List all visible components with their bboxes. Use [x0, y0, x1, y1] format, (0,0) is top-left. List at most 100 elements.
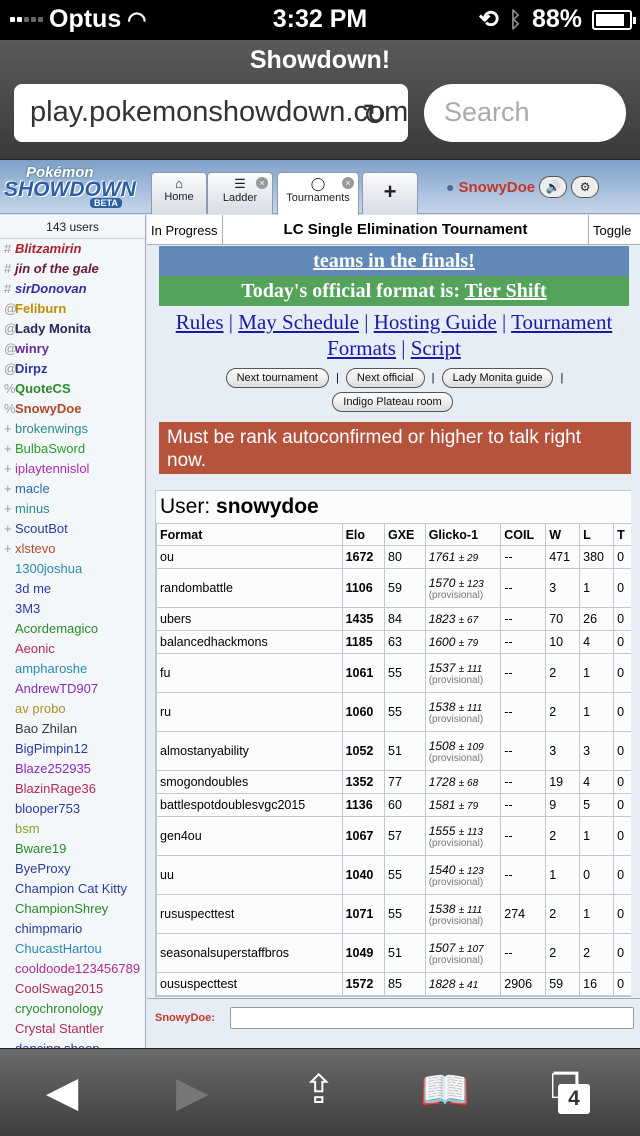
user-list-item[interactable]: # jin of the gale: [0, 259, 145, 279]
table-cell: 1106: [341, 568, 386, 608]
user-list-item[interactable]: ByeProxy: [0, 859, 145, 879]
user-list-item[interactable]: @Lady Monita: [0, 319, 145, 339]
toggle-button[interactable]: Toggle: [588, 214, 640, 245]
user-list-item[interactable]: ChucastHartou: [0, 939, 145, 959]
user-list-item[interactable]: 3d me: [0, 579, 145, 599]
table-cell: oususpecttest: [156, 972, 343, 996]
user-list-item[interactable]: %QuoteCS: [0, 379, 145, 399]
bookmarks-icon[interactable]: 📖: [420, 1067, 470, 1114]
user-list-item[interactable]: CoolSwag2015: [0, 979, 145, 999]
user-list-name: iplaytennislol: [15, 461, 90, 476]
table-cell: 2: [545, 653, 581, 693]
user-list-item[interactable]: cryochronology: [0, 999, 145, 1019]
rank-symbol: +: [4, 481, 12, 496]
reload-icon[interactable]: ↻: [362, 98, 387, 133]
user-list-item[interactable]: chimpmario: [0, 919, 145, 939]
user-list-item[interactable]: @Dirpz: [0, 359, 145, 379]
user-list-name: BigPimpin12: [15, 741, 88, 756]
close-tab-icon[interactable]: ×: [342, 177, 354, 189]
user-list-item[interactable]: av probo: [0, 699, 145, 719]
tab-home[interactable]: ⌂ Home: [151, 172, 207, 214]
url-field[interactable]: play.pokemonshowdown.com: [14, 84, 408, 142]
user-list-item[interactable]: Aeonic: [0, 639, 145, 659]
next-tournament-button[interactable]: Next tournament: [225, 368, 329, 388]
showdown-logo[interactable]: Pokémon SHOWDOWN BETA: [4, 164, 148, 208]
user-list-item[interactable]: @Feliburn: [0, 299, 145, 319]
user-label: User:: [160, 495, 211, 518]
table-cell: 1: [579, 692, 615, 732]
user-list-item[interactable]: Bware19: [0, 839, 145, 859]
glicko-rating: 1540: [428, 862, 456, 877]
user-list-item[interactable]: 3M3: [0, 599, 145, 619]
indigo-plateau-room-button[interactable]: Indigo Plateau room: [332, 392, 453, 412]
user-list-item[interactable]: ChampionShrey: [0, 899, 145, 919]
tab-ladder[interactable]: ☰ Ladder ×: [207, 172, 273, 214]
user-list-item[interactable]: + xlstevo: [0, 539, 145, 559]
user-list-item[interactable]: + iplaytennislol: [0, 459, 145, 479]
table-cell: 1: [579, 816, 615, 856]
chat-input[interactable]: [230, 1007, 634, 1029]
table-cell: --: [500, 933, 547, 973]
sound-icon[interactable]: 🔊: [539, 176, 568, 198]
user-list-name: Blaze252935: [15, 761, 91, 776]
user-list-item[interactable]: Acordemagico: [0, 619, 145, 639]
forward-icon[interactable]: ▶: [176, 1067, 208, 1116]
user-list-item[interactable]: Champion Cat Kitty: [0, 879, 145, 899]
search-field[interactable]: Search: [424, 84, 626, 142]
table-row: battlespotdoublesvgc2015 1136 60 1581 ± 79-…: [156, 793, 631, 817]
back-icon[interactable]: ◀: [46, 1067, 78, 1116]
battery-icon: [592, 9, 636, 30]
user-list-item[interactable]: Crystal Stantler: [0, 1019, 145, 1039]
user-list-name: ScoutBot: [15, 521, 68, 536]
user-list-item[interactable]: # Blitzamirin: [0, 239, 145, 259]
user-list-item[interactable]: Blaze252935: [0, 759, 145, 779]
table-cell: 1049: [341, 933, 386, 973]
user-list-name: SnowyDoe: [15, 401, 82, 416]
close-tab-icon[interactable]: ×: [256, 177, 268, 189]
glicko-rating: 1761: [428, 550, 456, 564]
script-link[interactable]: Script: [411, 336, 461, 360]
user-list-item[interactable]: + minus: [0, 499, 145, 519]
tabs-count[interactable]: 4: [558, 1084, 590, 1114]
user-list-item[interactable]: cooldoode123456789: [0, 959, 145, 979]
user-list-item[interactable]: %SnowyDoe: [0, 399, 145, 419]
table-row: oususpecttest 1572 85 1828 ± 41 2906 59 16 0: [156, 972, 631, 996]
user-list-item[interactable]: AndrewTD907: [0, 679, 145, 699]
user-list-item[interactable]: Bao Zhilan: [0, 719, 145, 739]
user-list-item[interactable]: @winry: [0, 339, 145, 359]
new-tab-button[interactable]: +: [362, 172, 418, 214]
user-list-item[interactable]: + ScoutBot: [0, 519, 145, 539]
user-list-item[interactable]: BlazinRage36: [0, 779, 145, 799]
table-cell: 1672: [341, 545, 386, 569]
user-list-item[interactable]: BigPimpin12: [0, 739, 145, 759]
gear-icon[interactable]: ⚙: [571, 176, 600, 198]
table-row: ubers 1435 84 1823 ± 67 -- 70 26 0: [156, 607, 631, 631]
user-list-item[interactable]: + BulbaSword: [0, 439, 145, 459]
may-schedule-link[interactable]: May Schedule: [238, 310, 359, 334]
next-official-button[interactable]: Next official: [345, 368, 425, 388]
user-list-item[interactable]: 1300joshua: [0, 559, 145, 579]
table-cell: --: [500, 568, 547, 608]
lady-monita-guide-button[interactable]: Lady Monita guide: [441, 368, 554, 388]
user-list-name: chimpmario: [15, 921, 83, 936]
user-list-item[interactable]: # sirDonovan: [0, 279, 145, 299]
table-cell: 0: [613, 545, 631, 569]
user-list-item[interactable]: ampharoshe: [0, 659, 145, 679]
username[interactable]: SnowyDoe: [458, 179, 535, 196]
user-list-item[interactable]: bsm: [0, 819, 145, 839]
user-count[interactable]: 143 users: [0, 215, 145, 239]
user-list-item[interactable]: blooper753: [0, 799, 145, 819]
user-list-item[interactable]: + macle: [0, 479, 145, 499]
share-icon[interactable]: ⇪: [302, 1067, 336, 1113]
tab-tournaments[interactable]: ◯ Tournaments ×: [277, 172, 359, 215]
table-row: fu 1061 55 1537 ± 111 (provisional) -- 2 1 0: [156, 653, 631, 693]
finals-banner[interactable]: teams in the finals!: [159, 246, 629, 276]
glicko-rating: 1828: [428, 977, 456, 991]
hosting-guide-link[interactable]: Hosting Guide: [374, 310, 497, 334]
user-list-item[interactable]: + brokenwings: [0, 419, 145, 439]
column-header: GXE: [384, 523, 426, 546]
glicko-rating: 1507: [428, 940, 456, 955]
format-link[interactable]: Tier Shift: [465, 280, 547, 302]
user-list-item[interactable]: dancing sheep: [0, 1039, 145, 1048]
rules-link[interactable]: Rules: [176, 310, 224, 334]
